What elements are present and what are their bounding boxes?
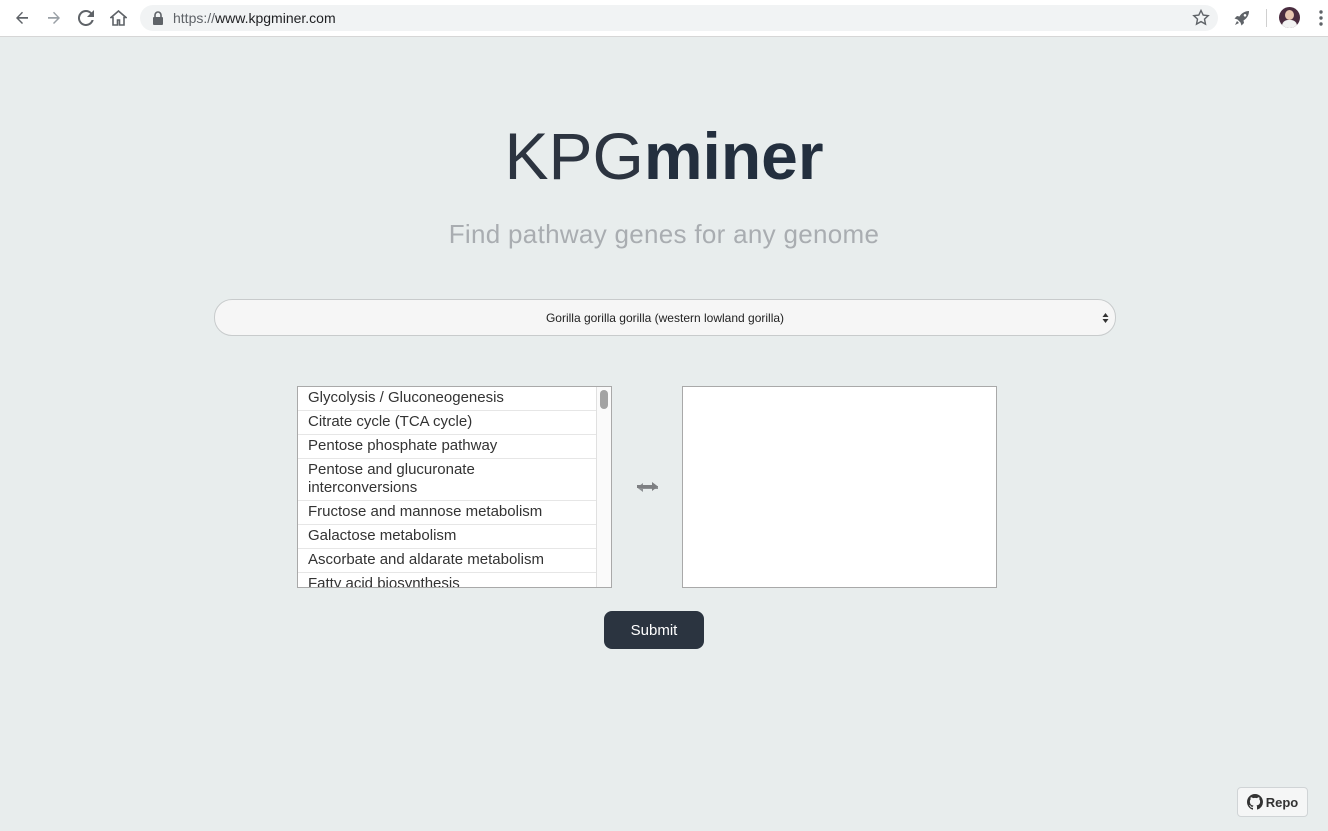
select-arrows-icon bbox=[1102, 313, 1109, 323]
pathway-option[interactable]: Citrate cycle (TCA cycle) bbox=[298, 411, 597, 435]
scrollbar-thumb[interactable] bbox=[600, 390, 608, 409]
swap-arrows-icon[interactable] bbox=[635, 477, 660, 497]
repo-label: Repo bbox=[1265, 794, 1299, 810]
pathway-option[interactable]: Pentose phosphate pathway bbox=[298, 435, 597, 459]
pathway-option[interactable]: Glycolysis / Gluconeogenesis bbox=[298, 387, 597, 411]
genome-select[interactable]: Gorilla gorilla gorilla (western lowland… bbox=[214, 299, 1116, 336]
browser-toolbar: https://www.kpgminer.com bbox=[0, 0, 1328, 37]
genome-select-value: Gorilla gorilla gorilla (western lowland… bbox=[545, 310, 785, 325]
bookmark-star-icon[interactable] bbox=[1192, 9, 1210, 27]
browser-menu-icon[interactable] bbox=[1314, 8, 1328, 28]
pathway-list-scrollbar[interactable] bbox=[596, 387, 611, 587]
pathway-option[interactable]: Pentose and glucuronate interconversions bbox=[298, 459, 597, 501]
repo-button[interactable]: Repo bbox=[1237, 787, 1308, 817]
site-logo: KPGminer bbox=[504, 119, 824, 193]
address-bar[interactable]: https://www.kpgminer.com bbox=[140, 5, 1218, 31]
pathway-option[interactable]: Fructose and mannose metabolism bbox=[298, 501, 597, 525]
pathway-option[interactable]: Ascorbate and aldarate metabolism bbox=[298, 549, 597, 573]
reload-icon[interactable] bbox=[74, 7, 98, 29]
tagline: Find pathway genes for any genome bbox=[448, 219, 880, 249]
toolbar-divider bbox=[1266, 9, 1267, 27]
submit-button[interactable]: Submit bbox=[604, 611, 704, 649]
pathway-list[interactable]: Glycolysis / Gluconeogenesis Citrate cycl… bbox=[297, 386, 612, 588]
profile-avatar[interactable] bbox=[1279, 7, 1300, 28]
forward-icon[interactable] bbox=[42, 7, 66, 29]
pathway-option[interactable]: Galactose metabolism bbox=[298, 525, 597, 549]
pathway-option[interactable]: Fatty acid biosynthesis bbox=[298, 573, 597, 587]
lock-icon bbox=[153, 11, 163, 25]
back-icon[interactable] bbox=[10, 7, 34, 29]
rocket-extension-icon[interactable] bbox=[1232, 8, 1252, 28]
home-icon[interactable] bbox=[106, 7, 130, 29]
url-text: https://www.kpgminer.com bbox=[173, 10, 336, 26]
github-icon bbox=[1246, 794, 1263, 810]
selected-pathways-list[interactable] bbox=[682, 386, 997, 588]
